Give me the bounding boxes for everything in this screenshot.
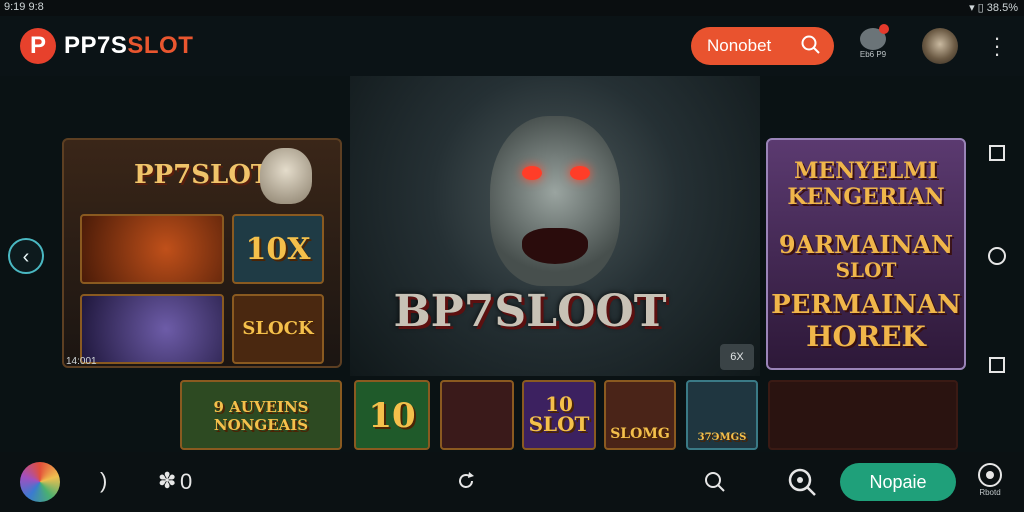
- hero-corner-button[interactable]: 6X: [720, 344, 754, 370]
- play-button[interactable]: Nopaie: [840, 463, 956, 501]
- strip-game-2[interactable]: 10: [354, 380, 430, 450]
- eye-left: [522, 166, 542, 180]
- skull-icon: [260, 148, 312, 204]
- avatar[interactable]: [922, 28, 958, 64]
- game-tile-10x[interactable]: 10X: [232, 214, 324, 284]
- promo-card-right[interactable]: MENYELMI KENGERIAN 9ARMAINAN SLOT PERMAI…: [766, 138, 966, 370]
- strip-game-7[interactable]: [768, 380, 958, 450]
- search-label: Nonobet: [707, 36, 772, 55]
- promo-line-5: PERMAINAN: [771, 290, 961, 320]
- promo-line-6: HOREK: [806, 320, 926, 353]
- search-icon-bottom[interactable]: [703, 470, 727, 499]
- notification-dot: [879, 24, 889, 34]
- count-label: 0: [180, 469, 193, 494]
- notifications-label: Eb6 P9: [859, 50, 887, 59]
- hero-title: BP7SLOOT: [393, 286, 667, 337]
- notifications-button[interactable]: Eb6 P9: [855, 24, 891, 68]
- status-time: 9:19 9:8: [4, 1, 44, 13]
- mouth: [522, 228, 588, 264]
- logo-text: PP7SSLOT: [64, 32, 194, 59]
- game-tile-slock[interactable]: SLOCK: [232, 294, 324, 364]
- settings-icon[interactable]: ✽: [158, 468, 176, 494]
- strip-game-3[interactable]: [440, 380, 514, 450]
- promo-caption: 14:001: [66, 356, 97, 367]
- moon-icon[interactable]: ): [100, 468, 107, 494]
- promo-line-1: MENYELMI: [794, 158, 938, 184]
- app-drawer-icon[interactable]: [20, 462, 60, 502]
- profile-button[interactable]: Rbotd: [974, 462, 1006, 497]
- app-header: P PP7SSLOT Nonobet Eb6 P9 · · ·: [0, 16, 1024, 76]
- status-bar: 9:19 9:8 ▾ ▯ 38.5%: [0, 0, 1024, 16]
- home-circle-icon[interactable]: [988, 247, 1006, 265]
- promo-title: PP7SLOT: [134, 160, 271, 190]
- strip-game-4[interactable]: 10 SLOT: [522, 380, 596, 450]
- eye-right: [570, 166, 590, 180]
- zoom-search-icon[interactable]: [786, 466, 818, 503]
- strip-game-6[interactable]: 37ЭMGS: [686, 380, 758, 450]
- profile-label: Rbotd: [979, 488, 1001, 497]
- game-tile-ghoul[interactable]: [80, 294, 224, 364]
- promo-line-4: SLOT: [835, 258, 897, 282]
- recents-square-icon[interactable]: [989, 145, 1005, 161]
- battery-status: ▾ ▯ 38.5%: [969, 2, 1018, 14]
- more-menu-icon[interactable]: · · ·: [990, 27, 1004, 65]
- promo-card-left[interactable]: PP7SLOT 10X SLOCK: [62, 138, 342, 368]
- chat-icon: [860, 24, 889, 50]
- promo-line-2: KENGERIAN: [787, 184, 945, 210]
- bottom-nav: ) ✽ 0 Nopaie Rbotd: [0, 452, 1024, 512]
- game-tile-demon[interactable]: [80, 214, 224, 284]
- overview-square-icon[interactable]: [989, 357, 1005, 373]
- search-icon: [800, 34, 822, 61]
- brand-logo[interactable]: P PP7SSLOT: [20, 28, 220, 64]
- strip-game-5[interactable]: SLOMG: [604, 380, 676, 450]
- promo-line-3: 9ARMAINAN: [778, 230, 954, 259]
- refresh-icon[interactable]: [455, 470, 477, 497]
- strip-game-1[interactable]: 9 AUVEINS NONGEAIS: [180, 380, 342, 450]
- carousel-prev-button[interactable]: ‹: [8, 238, 44, 274]
- search-button[interactable]: Nonobet: [691, 27, 834, 65]
- logo-badge: P: [20, 28, 56, 64]
